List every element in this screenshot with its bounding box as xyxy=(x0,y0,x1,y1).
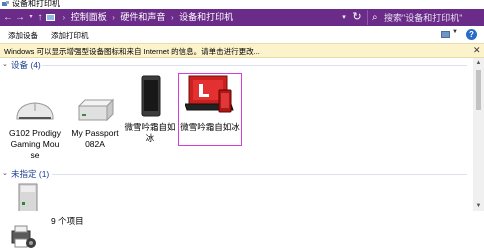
mouse-icon xyxy=(16,102,54,120)
help-icon[interactable]: ? xyxy=(466,29,477,40)
back-arrow-icon[interactable]: ← xyxy=(2,11,14,24)
address-dropdown-icon[interactable]: ▾ xyxy=(339,11,349,24)
computer-tower-icon xyxy=(18,183,38,211)
breadcrumb-separator-icon[interactable]: › xyxy=(171,11,174,24)
search-input[interactable] xyxy=(384,11,478,24)
change-view-icon[interactable] xyxy=(441,31,450,38)
item-count: 9 个项目 xyxy=(51,216,84,226)
group-title: 设备 (4) xyxy=(11,60,41,70)
info-bar-message: Windows 可以显示增强型设备图标和来自 Internet 的信息。请单击进… xyxy=(4,47,260,56)
scroll-up-icon[interactable]: ▲ xyxy=(473,58,484,68)
title-bar: 设备和打印机 xyxy=(0,0,484,9)
breadcrumb-separator-icon[interactable]: › xyxy=(112,11,115,24)
add-printer-button[interactable]: 添加打印机 xyxy=(51,30,89,41)
device-item[interactable]: G102 Prodigy Gaming Mouse xyxy=(9,94,61,161)
breadcrumb-separator-icon[interactable]: › xyxy=(63,11,66,24)
breadcrumb-hardware-sound[interactable]: 硬件和声音 xyxy=(120,11,165,24)
vertical-scrollbar[interactable]: ▲ ▼ xyxy=(473,58,484,211)
device-item[interactable]: 微雪吟霜自如冰 xyxy=(124,74,176,144)
breadcrumb-control-panel[interactable]: 控制面板 xyxy=(71,11,107,24)
search-icon: ⌕ xyxy=(372,12,378,23)
external-drive-icon xyxy=(77,98,115,122)
devices-printers-icon xyxy=(11,225,36,248)
breadcrumb: › 控制面板 › 硬件和声音 › 设备和打印机 xyxy=(46,11,233,24)
device-item[interactable]: My Passport 082A xyxy=(69,94,121,150)
refresh-icon[interactable]: ↻ xyxy=(350,10,364,25)
group-header-devices[interactable]: ⌄ 设备 (4) xyxy=(2,59,467,71)
add-device-button[interactable]: 添加设备 xyxy=(8,30,38,41)
collapse-chevron-icon[interactable]: ⌄ xyxy=(2,168,8,180)
window-title: 设备和打印机 xyxy=(12,0,60,8)
breadcrumb-devices-printers[interactable]: 设备和打印机 xyxy=(179,11,233,24)
command-toolbar: 添加设备 添加打印机 ▼ ? xyxy=(0,26,484,43)
laptop-icon xyxy=(184,75,234,113)
group-title: 未指定 (1) xyxy=(11,169,50,179)
control-panel-icon xyxy=(46,14,55,21)
device-list: ⌄ 设备 (4) G102 Prodigy Gaming Mouse My Pa… xyxy=(0,58,473,211)
device-item-selected[interactable]: 微雪吟霜自如冰 xyxy=(178,73,242,146)
phone-icon xyxy=(141,75,161,117)
info-bar[interactable]: Windows 可以显示增强型设备图标和来自 Internet 的信息。请单击进… xyxy=(0,43,484,58)
group-divider xyxy=(52,174,467,175)
close-icon[interactable]: ✕ xyxy=(473,45,481,56)
collapse-chevron-icon[interactable]: ⌄ xyxy=(2,59,8,71)
scroll-thumb[interactable] xyxy=(476,70,481,110)
up-arrow-icon[interactable]: ↑ xyxy=(34,11,46,24)
search-box: ⌕ xyxy=(367,10,480,25)
scroll-down-icon[interactable]: ▼ xyxy=(473,201,484,211)
devices-printers-icon xyxy=(2,1,9,6)
group-header-unspecified[interactable]: ⌄ 未指定 (1) xyxy=(2,168,467,180)
group-divider xyxy=(42,65,467,66)
view-options-chevron-icon[interactable]: ▼ xyxy=(452,29,458,35)
address-bar: ← → ▾ ↑ › 控制面板 › 硬件和声音 › 设备和打印机 ▾ ↻ ⌕ xyxy=(0,9,484,26)
status-bar: 9 个项目 xyxy=(0,211,484,251)
